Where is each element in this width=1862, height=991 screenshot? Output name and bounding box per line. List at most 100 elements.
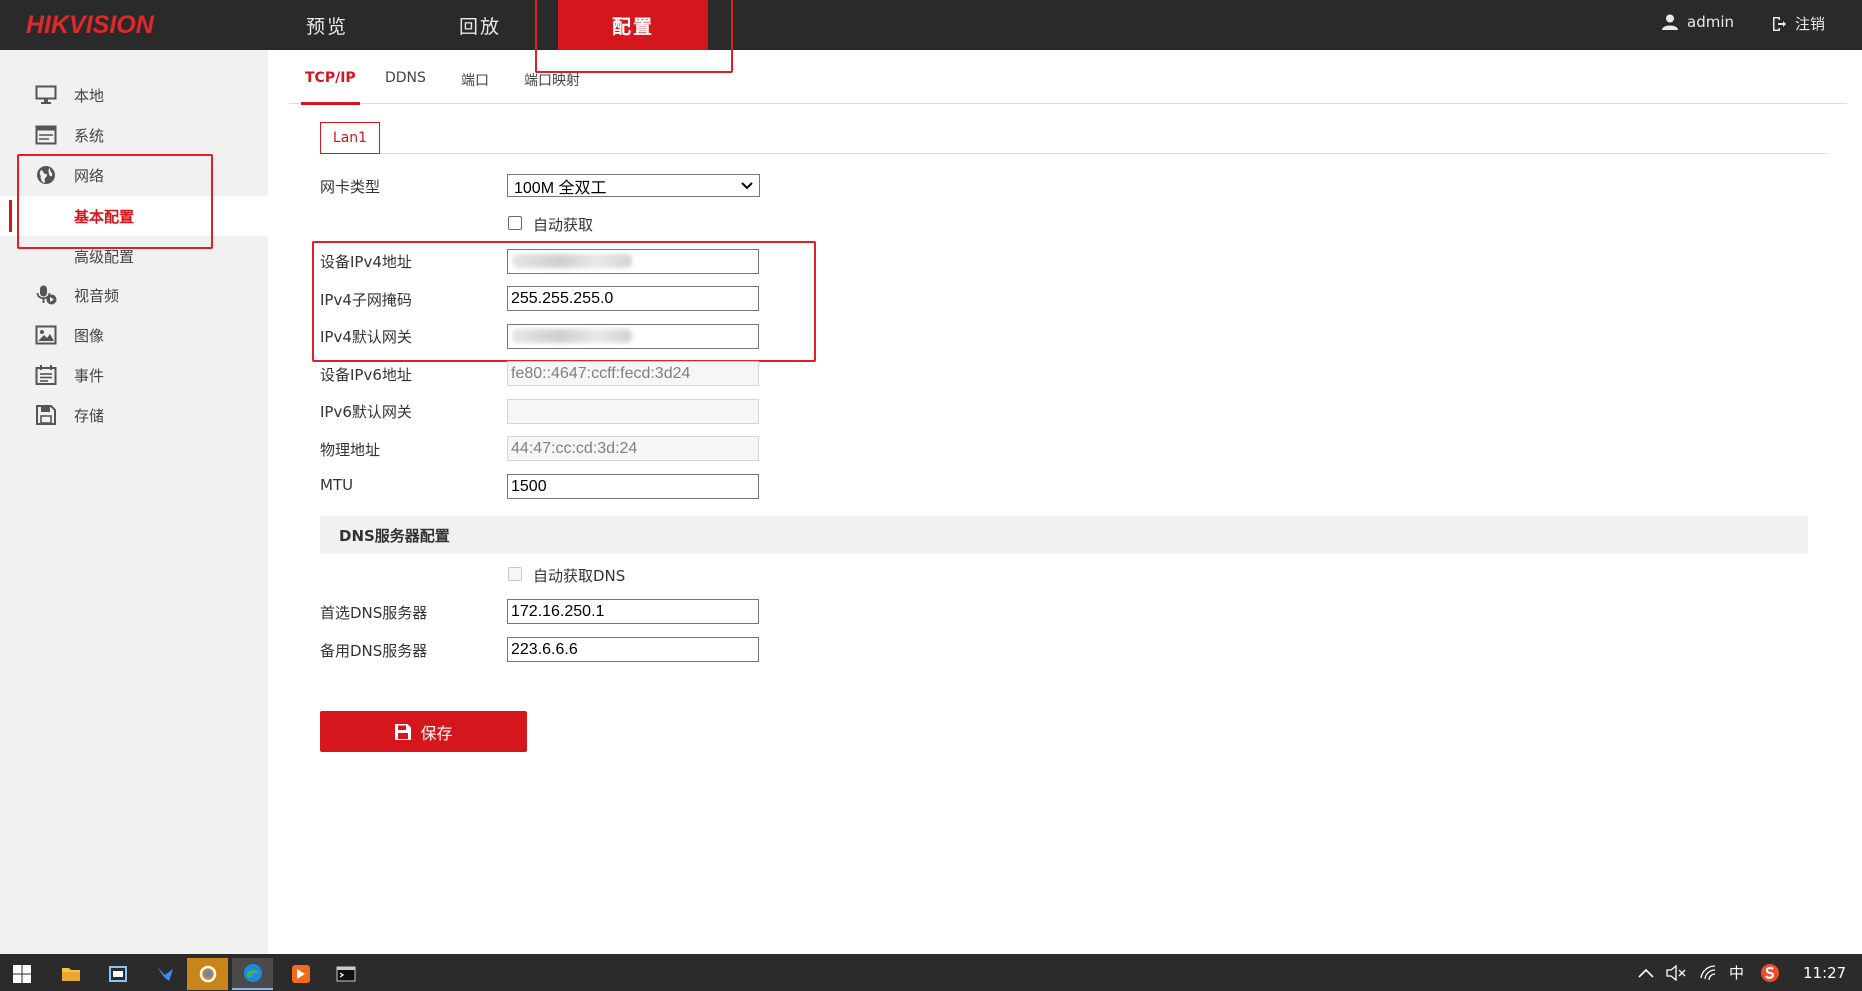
orange-app-icon [291, 965, 310, 983]
taskbar-terminal[interactable] [325, 958, 366, 990]
mac-address-label: 物理地址 [320, 441, 381, 459]
auto-get-checkbox[interactable] [508, 216, 522, 230]
tray-volume[interactable] [1666, 954, 1686, 991]
tray-chevron-up[interactable] [1638, 954, 1654, 991]
wifi-icon [1700, 964, 1716, 980]
tab-lan1[interactable]: Lan1 [320, 122, 380, 154]
sidebar-sub-label: 基本配置 [74, 207, 135, 226]
folder-icon [61, 968, 80, 981]
sidebar-item-label: 网络 [74, 166, 105, 185]
save-button[interactable]: 保存 [320, 711, 527, 752]
nav-preview[interactable]: 预览 [252, 0, 402, 50]
sidebar-item-system[interactable]: 系统 [0, 118, 268, 152]
tray-network[interactable] [1700, 954, 1718, 991]
sidebar-item-local[interactable]: 本地 [0, 78, 268, 112]
monitor-icon [35, 85, 57, 104]
image-icon [35, 325, 57, 345]
sidebar-sub-label: 高级配置 [74, 247, 135, 266]
sidebar-item-label: 本地 [74, 86, 105, 105]
mic-icon [36, 285, 57, 305]
mac-address-input: 44:47:cc:cd:3d:24 [507, 436, 759, 461]
divider [380, 153, 1827, 154]
alternate-dns-label: 备用DNS服务器 [320, 642, 428, 660]
chevron-down-icon [741, 181, 753, 189]
tray-ime[interactable]: 中 [1729, 954, 1744, 991]
ipv6-address-label: 设备IPv6地址 [320, 366, 412, 384]
sidebar-item-image[interactable]: 图像 [0, 318, 268, 352]
sogou-ime-icon [1761, 963, 1779, 982]
volume-muted-icon [1666, 964, 1686, 981]
hikvision-logo: HIKVISION [26, 11, 154, 39]
calendar-icon [35, 365, 57, 385]
taskbar-app-window[interactable] [97, 958, 138, 990]
taskbar-edge-browser[interactable] [232, 958, 273, 990]
nic-type-value: 100M 全双工 [514, 179, 607, 197]
tab-port[interactable]: 端口 [461, 70, 489, 103]
alternate-dns-input[interactable]: 223.6.6.6 [507, 637, 759, 662]
logout-label: 注销 [1794, 15, 1825, 33]
logout-button[interactable]: 注销 [1771, 13, 1825, 34]
windows-taskbar: 中 11:27 [0, 954, 1862, 991]
nic-type-label: 网卡类型 [320, 178, 381, 196]
dns-section-title: DNS服务器配置 [339, 526, 450, 545]
logout-icon [1772, 16, 1786, 31]
ipv6-gateway-input [507, 399, 759, 424]
ipv6-gateway-label: IPv6默认网关 [320, 403, 412, 421]
sidebar-item-label: 图像 [74, 326, 105, 345]
username: admin [1687, 13, 1734, 31]
ipv4-mask-label: IPv4子网掩码 [320, 291, 412, 309]
ipv4-gateway-input[interactable] [507, 324, 759, 349]
terminal-icon [336, 966, 355, 982]
preferred-dns-label: 首选DNS服务器 [320, 604, 428, 622]
config-tabs: TCP/IP DDNS 端口 端口映射 [289, 70, 1847, 105]
user-icon [1662, 14, 1678, 30]
ipv4-gateway-label: IPv4默认网关 [320, 328, 412, 346]
auto-dns-label: 自动获取DNS [533, 567, 626, 585]
sidebar-item-label: 系统 [74, 126, 105, 145]
tab-port-mapping[interactable]: 端口映射 [524, 70, 580, 103]
ipv4-address-input[interactable] [507, 249, 759, 274]
tab-ddns[interactable]: DDNS [385, 70, 426, 103]
sidebar-sub-basic-config[interactable]: 基本配置 [0, 196, 268, 236]
sidebar-item-network[interactable]: 网络 [0, 158, 268, 192]
sidebar-item-label: 存储 [74, 406, 105, 425]
sidebar-item-label: 视音频 [74, 286, 120, 305]
chevron-up-icon [1638, 968, 1654, 978]
tab-tcpip[interactable]: TCP/IP [301, 70, 360, 105]
search-app-icon [199, 965, 216, 983]
edge-browser-icon [243, 964, 262, 982]
taskbar-search-app[interactable] [187, 958, 228, 990]
sidebar-sub-advanced-config[interactable]: 高级配置 [0, 236, 268, 276]
sidebar-item-label: 事件 [74, 366, 105, 385]
ipv4-mask-input[interactable]: 255.255.255.0 [507, 286, 759, 311]
taskbar-feishu[interactable] [144, 958, 185, 990]
window-app-icon [108, 966, 127, 982]
user-menu[interactable]: admin [1661, 13, 1734, 31]
preferred-dns-input[interactable]: 172.16.250.1 [507, 599, 759, 624]
mtu-input[interactable]: 1500 [507, 474, 759, 499]
bird-app-icon [156, 967, 173, 981]
sidebar-item-video-audio[interactable]: 视音频 [0, 278, 268, 312]
windows-logo-icon [12, 965, 31, 983]
nav-playback[interactable]: 回放 [405, 0, 555, 50]
top-nav-bar: HIKVISION 预览 回放 配置 admin 注销 [0, 0, 1862, 50]
sidebar-item-event[interactable]: 事件 [0, 358, 268, 392]
mtu-label: MTU [320, 476, 354, 494]
taskbar-file-explorer[interactable] [50, 958, 91, 990]
sidebar-item-storage[interactable]: 存储 [0, 398, 268, 432]
tray-sogou[interactable] [1760, 954, 1780, 991]
ipv6-address-input: fe80::4647:ccff:fecd:3d24 [507, 361, 759, 386]
nav-configuration[interactable]: 配置 [558, 0, 708, 50]
auto-dns-checkbox [508, 567, 522, 581]
save-icon [36, 405, 56, 425]
globe-icon [37, 166, 55, 184]
auto-get-label: 自动获取 [533, 216, 594, 234]
windows-start-button[interactable] [1, 958, 42, 990]
dns-section-header: DNS服务器配置 [320, 516, 1808, 554]
nic-type-select[interactable]: 100M 全双工 [507, 174, 760, 197]
ipv4-address-label: 设备IPv4地址 [320, 253, 412, 271]
system-icon [35, 125, 57, 145]
save-label: 保存 [420, 723, 453, 743]
taskbar-app-orange[interactable] [280, 958, 321, 990]
tray-clock[interactable]: 11:27 [1803, 954, 1846, 991]
